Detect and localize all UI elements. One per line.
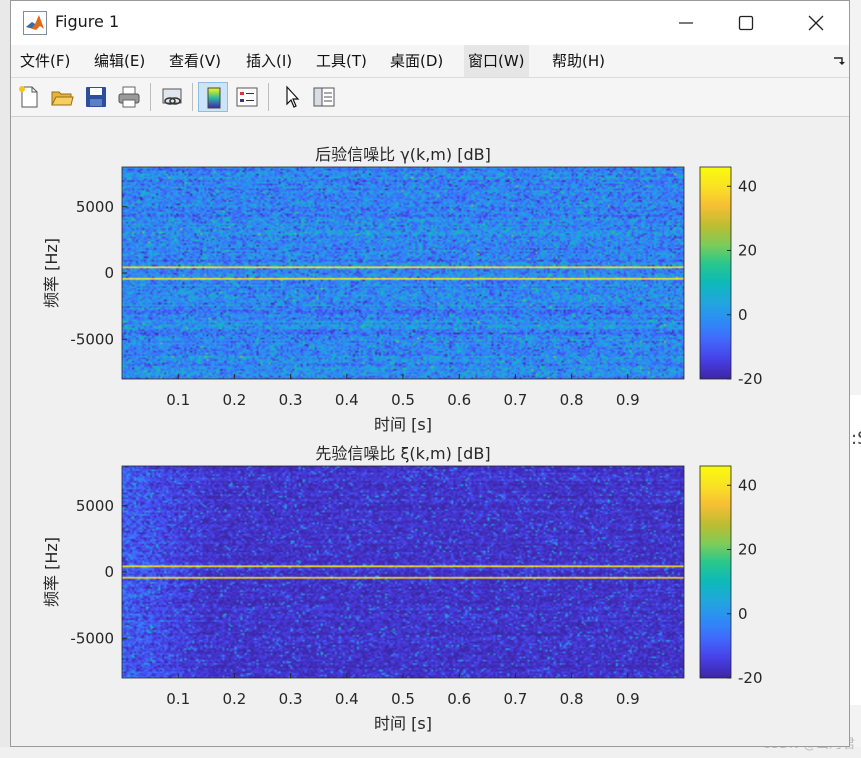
save-icon xyxy=(86,87,106,107)
y-tick-label: 5000 xyxy=(76,497,114,515)
background-window-edge: :S xyxy=(850,0,861,758)
menu-edit[interactable]: 编辑(E) xyxy=(90,45,149,77)
figure-svg: 后验信噪比 γ(k,m) [dB] 0.1 0.2 0.3 0.4 0.5 0.6 0.7 0… xyxy=(42,145,763,733)
y-axis-label: 频率 [Hz] xyxy=(42,537,61,607)
x-tick-label: 0.2 xyxy=(222,690,246,708)
x-tick-label: 0.4 xyxy=(335,690,359,708)
x-tick-label: 0.3 xyxy=(279,690,303,708)
x-tick-label: 0.7 xyxy=(503,391,527,409)
menu-file[interactable]: 文件(F) xyxy=(16,45,74,77)
legend-icon xyxy=(236,87,258,107)
menu-insert[interactable]: 插入(I) xyxy=(242,45,296,77)
menu-desktop[interactable]: 桌面(D) xyxy=(386,45,447,77)
print-icon xyxy=(118,86,140,108)
toolbar-separator xyxy=(192,83,193,111)
matlab-logo-icon xyxy=(23,11,47,35)
y-tick-label: 0 xyxy=(104,264,114,282)
x-tick-label: 0.1 xyxy=(166,391,190,409)
open-file-button[interactable] xyxy=(47,82,77,112)
toolbar-separator xyxy=(150,83,151,111)
x-axis-label: 时间 [s] xyxy=(374,714,432,733)
plot-title: 后验信噪比 γ(k,m) [dB] xyxy=(315,145,491,164)
close-icon xyxy=(808,15,824,31)
x-tick-label: 0.1 xyxy=(166,690,190,708)
x-tick-label: 0.8 xyxy=(560,391,584,409)
colorbar-icon xyxy=(207,87,221,109)
minimize-icon xyxy=(679,22,693,24)
colorbar-ticks: -20 0 20 40 xyxy=(727,177,763,388)
y-axis-ticks: -5000 0 5000 xyxy=(70,497,127,647)
x-tick-label: 0.6 xyxy=(447,391,471,409)
menu-tools[interactable]: 工具(T) xyxy=(312,45,371,77)
colorbar-tick-label: 40 xyxy=(738,476,757,494)
spectrogram-posterior-snr: 后验信噪比 γ(k,m) [dB] 0.1 0.2 0.3 0.4 0.5 0.6 0.7 0… xyxy=(42,145,763,434)
colorbar-tick-label: 0 xyxy=(738,605,748,623)
close-button[interactable] xyxy=(781,1,851,45)
colorbar-tick-label: 0 xyxy=(738,306,748,324)
y-tick-label: -5000 xyxy=(70,629,114,647)
menu-view[interactable]: 查看(V) xyxy=(165,45,225,77)
x-tick-label: 0.9 xyxy=(616,391,640,409)
edit-plot-button[interactable] xyxy=(277,82,307,112)
x-tick-label: 0.5 xyxy=(391,391,415,409)
x-tick-label: 0.8 xyxy=(560,690,584,708)
spectrogram-prior-snr: 先验信噪比 ξ(k,m) [dB] 0.1 0.2 0.3 0.4 0.5 0.6 0.7 0… xyxy=(42,444,763,733)
colorbar-tick-label: -20 xyxy=(738,370,763,388)
plot-title: 先验信噪比 ξ(k,m) [dB] xyxy=(315,444,490,463)
dock-arrow-icon[interactable] xyxy=(833,55,845,67)
x-tick-label: 0.5 xyxy=(391,690,415,708)
heatmap-image xyxy=(122,466,684,678)
colorbar-tick-label: 40 xyxy=(738,177,757,195)
menu-window[interactable]: 窗口(W) xyxy=(464,45,529,77)
y-tick-label: 5000 xyxy=(76,198,114,216)
print-button[interactable] xyxy=(114,82,144,112)
title-bar[interactable]: Figure 1 xyxy=(11,1,849,45)
menu-bar: 文件(F) 编辑(E) 查看(V) 插入(I) 工具(T) 桌面(D) 窗口(W… xyxy=(11,45,849,78)
x-tick-label: 0.2 xyxy=(222,391,246,409)
colorbar-tick-label: -20 xyxy=(738,669,763,687)
tool-bar xyxy=(11,78,849,117)
colorbar-tick-label: 20 xyxy=(738,541,757,559)
maximize-icon xyxy=(738,15,754,31)
x-tick-label: 0.7 xyxy=(503,690,527,708)
window-title: Figure 1 xyxy=(55,12,120,31)
maximize-button[interactable] xyxy=(711,1,781,45)
property-inspector-button[interactable] xyxy=(309,82,339,112)
y-axis-label: 频率 [Hz] xyxy=(42,238,61,308)
y-tick-label: -5000 xyxy=(70,330,114,348)
toolbar-separator xyxy=(268,83,269,111)
x-tick-label: 0.4 xyxy=(335,391,359,409)
heatmap-image xyxy=(122,167,684,379)
property-inspector-icon xyxy=(313,87,335,107)
colorbar-image xyxy=(700,466,731,678)
save-button[interactable] xyxy=(81,82,111,112)
colorbar-tick-label: 20 xyxy=(738,242,757,260)
y-tick-label: 0 xyxy=(104,563,114,581)
menu-help[interactable]: 帮助(H) xyxy=(548,45,609,77)
colorbar-button[interactable] xyxy=(198,82,228,112)
figure-window: Figure 1 文件(F) 编辑(E) 查看(V) 插入(I) 工具(T) 桌… xyxy=(10,0,850,747)
open-file-icon xyxy=(51,91,74,106)
x-tick-label: 0.9 xyxy=(616,690,640,708)
figure-canvas: 后验信噪比 γ(k,m) [dB] 0.1 0.2 0.3 0.4 0.5 0.6 0.7 0… xyxy=(11,117,849,746)
x-tick-label: 0.6 xyxy=(447,690,471,708)
legend-button[interactable] xyxy=(232,82,262,112)
link-plot-button[interactable] xyxy=(157,82,187,112)
colorbar-ticks: -20 0 20 40 xyxy=(727,476,763,687)
x-tick-label: 0.3 xyxy=(279,391,303,409)
x-axis-label: 时间 [s] xyxy=(374,415,432,434)
background-fragment: :S xyxy=(851,428,861,449)
y-axis-ticks: -5000 0 5000 xyxy=(70,198,127,348)
link-plot-icon xyxy=(162,88,182,105)
edit-plot-icon xyxy=(286,85,300,108)
new-figure-button[interactable] xyxy=(14,82,44,112)
new-figure-icon xyxy=(19,86,38,108)
colorbar-image xyxy=(700,167,731,379)
background-strip xyxy=(0,747,861,758)
